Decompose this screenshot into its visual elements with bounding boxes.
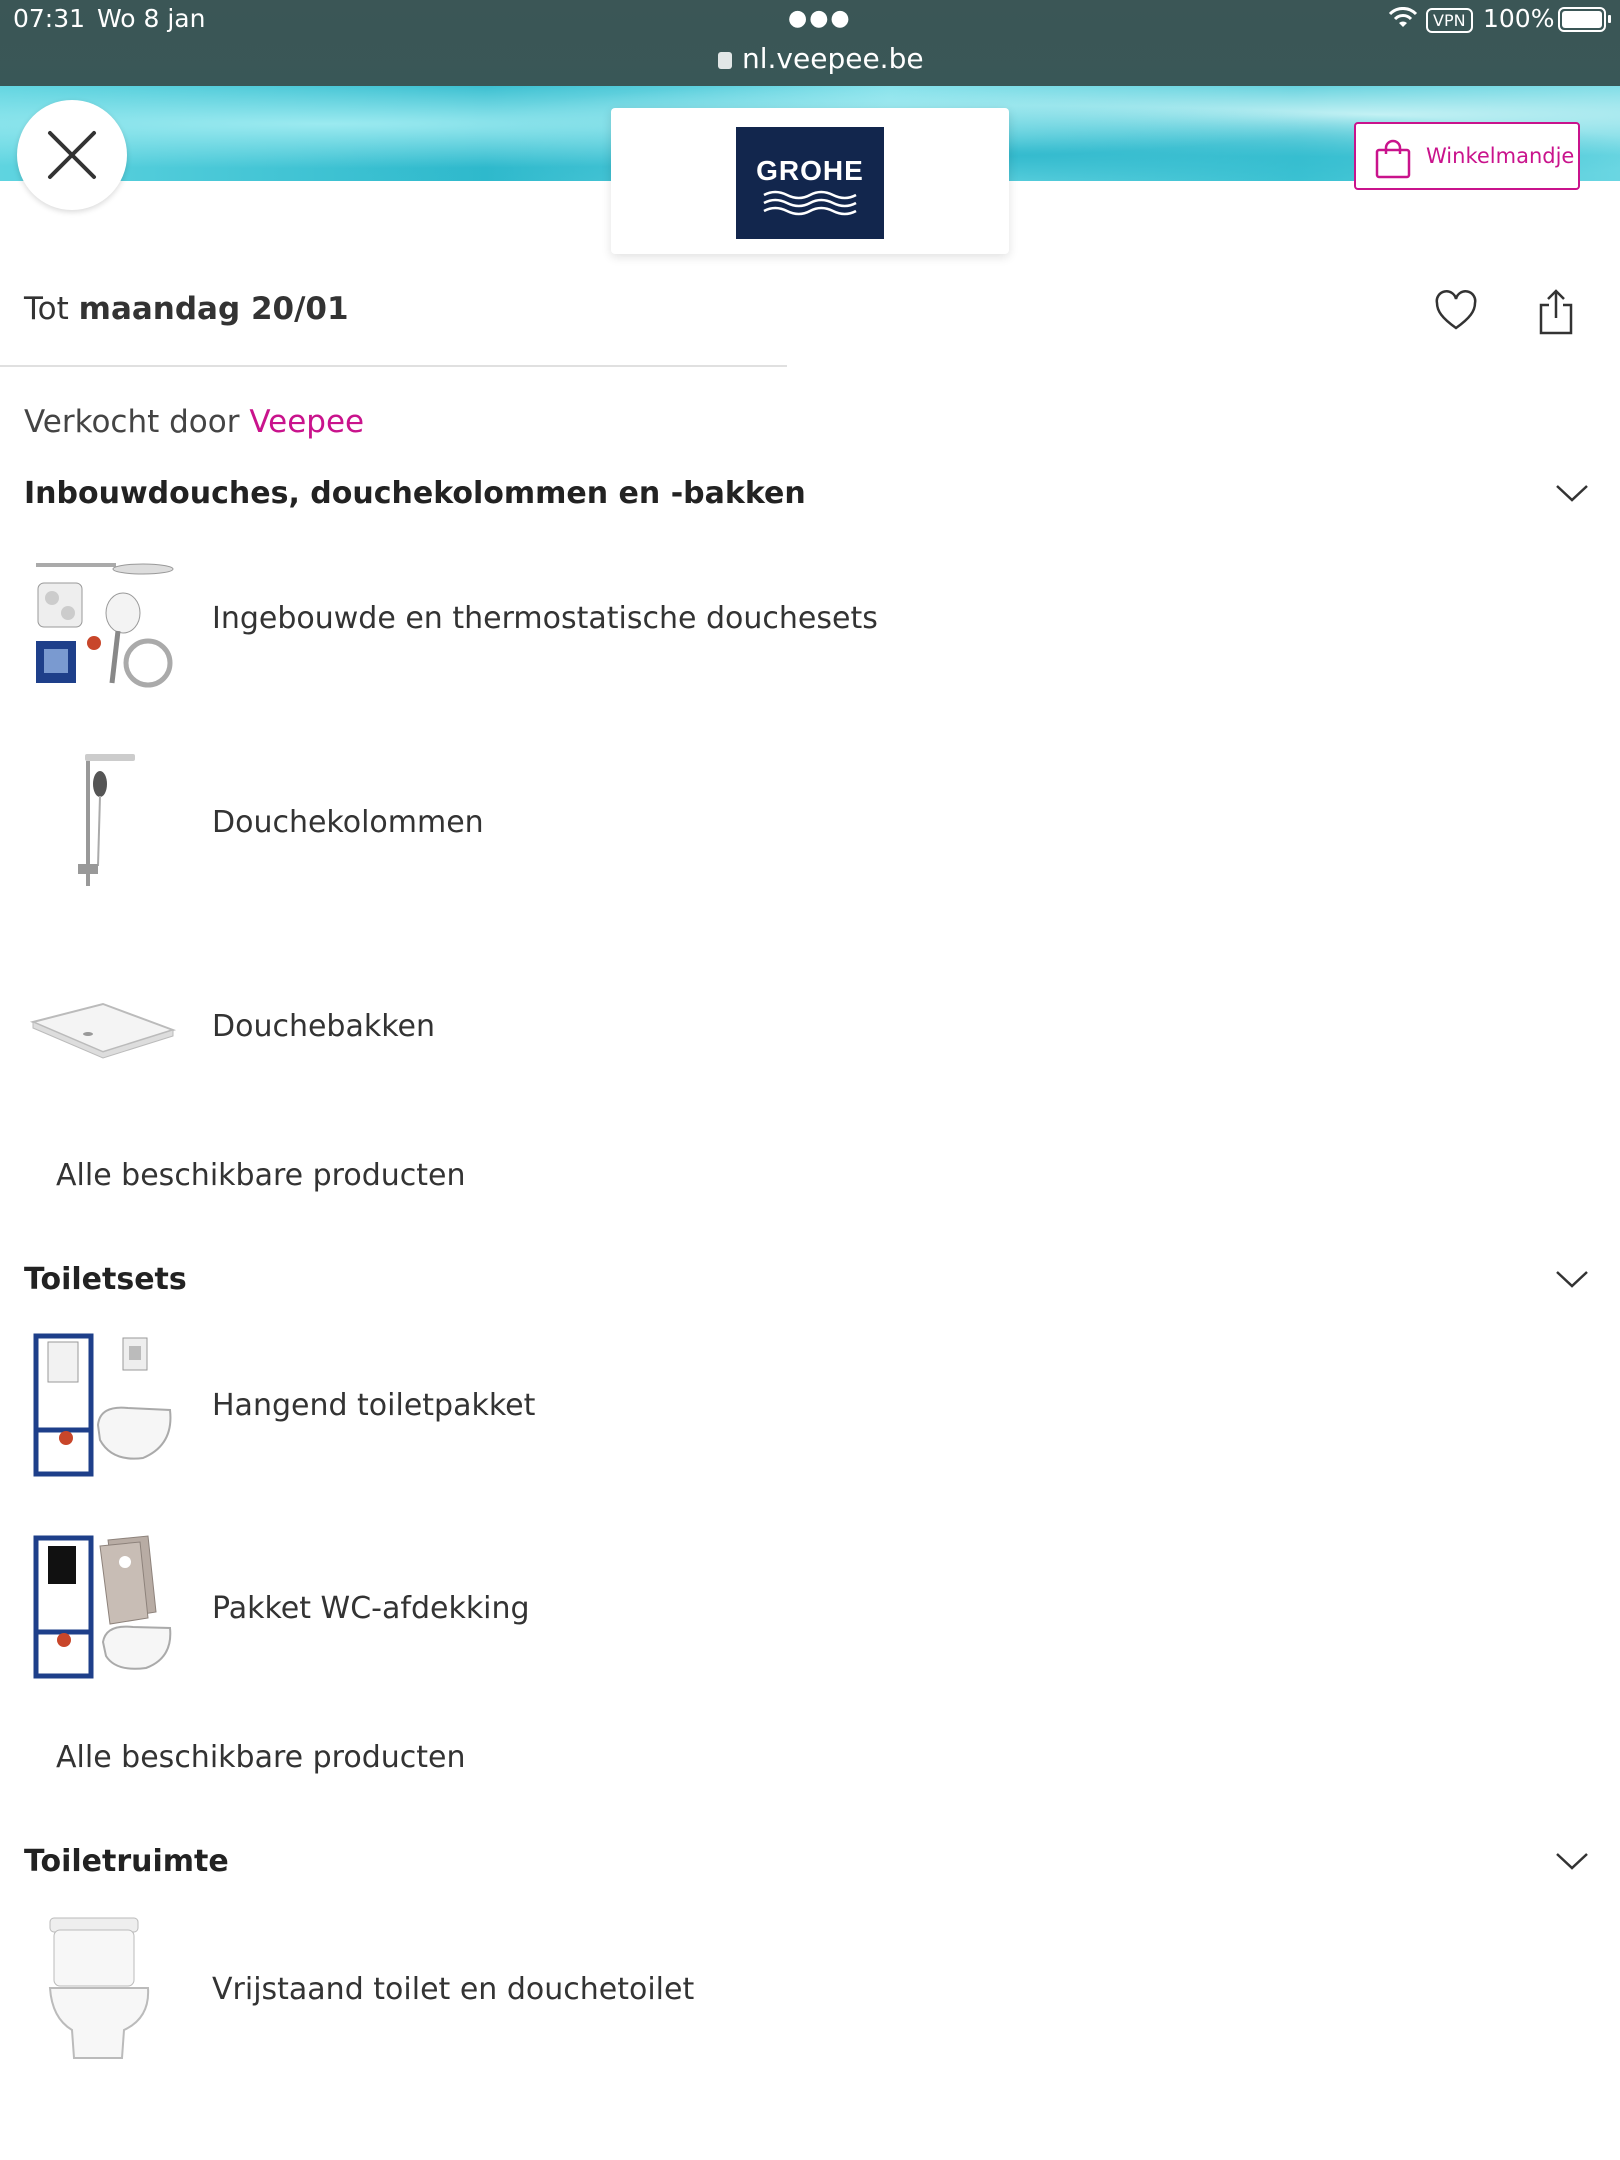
close-icon xyxy=(48,131,96,179)
category-item-label[interactable]: Douchekolommen xyxy=(212,805,484,840)
wifi-icon xyxy=(1388,7,1418,27)
cart-label: Winkelmandje xyxy=(1426,144,1575,168)
battery-percent: 100% xyxy=(1483,4,1555,33)
sold-by: Verkocht door Veepee xyxy=(24,404,364,440)
url-text: nl.veepee.be xyxy=(742,42,924,75)
close-button[interactable] xyxy=(17,100,127,210)
sold-by-prefix: Verkocht door xyxy=(24,404,240,440)
favorite-heart-icon[interactable] xyxy=(1434,290,1478,332)
category-item-label[interactable]: Pakket WC-afdekking xyxy=(212,1591,530,1626)
category-item-label[interactable]: Ingebouwde en thermostatische douchesets xyxy=(212,601,878,636)
vpn-badge: VPN xyxy=(1426,8,1473,33)
chevron-down-icon[interactable] xyxy=(1554,1268,1590,1290)
deadline-date: maandag 20/01 xyxy=(78,291,349,327)
share-icon[interactable] xyxy=(1537,288,1575,336)
sale-deadline: Tot maandag 20/01 xyxy=(24,291,349,327)
shopping-bag-icon xyxy=(1375,139,1411,179)
status-time: 07:31 xyxy=(13,4,86,33)
cart-button[interactable]: Winkelmandje xyxy=(1354,122,1580,190)
wall-hung-toilet-image[interactable] xyxy=(28,1330,178,1480)
all-products-link[interactable]: Alle beschikbare producten xyxy=(56,1740,465,1775)
divider xyxy=(0,365,787,367)
section-title-showers[interactable]: Inbouwdouches, douchekolommen en -bakken xyxy=(24,476,806,511)
lock-icon xyxy=(718,52,732,69)
deadline-prefix: Tot xyxy=(24,291,69,327)
shower-set-image[interactable] xyxy=(28,543,178,693)
category-item-label[interactable]: Vrijstaand toilet en douchetoilet xyxy=(212,1972,694,2007)
freestanding-toilet-image[interactable] xyxy=(28,1914,178,2064)
brand-logo-card: GROHE xyxy=(611,108,1009,254)
toilet-cover-package-image[interactable] xyxy=(28,1532,178,1682)
multitasking-dots-icon[interactable]: ●●● xyxy=(788,6,852,31)
all-products-link[interactable]: Alle beschikbare producten xyxy=(56,1158,465,1193)
section-title-toiletruimte[interactable]: Toiletruimte xyxy=(24,1844,229,1879)
shower-tray-image[interactable] xyxy=(28,952,178,1102)
category-item-label[interactable]: Hangend toiletpakket xyxy=(212,1388,535,1423)
grohe-logo: GROHE xyxy=(736,127,884,239)
status-bar: 07:31 Wo 8 jan ●●● nl.veepee.be VPN 100% xyxy=(0,0,1620,86)
seller-link[interactable]: Veepee xyxy=(249,404,364,440)
section-title-toiletsets[interactable]: Toiletsets xyxy=(24,1262,187,1297)
category-item-label[interactable]: Douchebakken xyxy=(212,1009,435,1044)
battery-icon xyxy=(1558,7,1611,32)
status-date: Wo 8 jan xyxy=(97,4,206,33)
shower-column-image[interactable] xyxy=(28,746,178,896)
chevron-down-icon[interactable] xyxy=(1554,482,1590,504)
address-url[interactable]: nl.veepee.be xyxy=(718,42,924,75)
chevron-down-icon[interactable] xyxy=(1554,1850,1590,1872)
logo-waves-icon xyxy=(763,190,857,216)
